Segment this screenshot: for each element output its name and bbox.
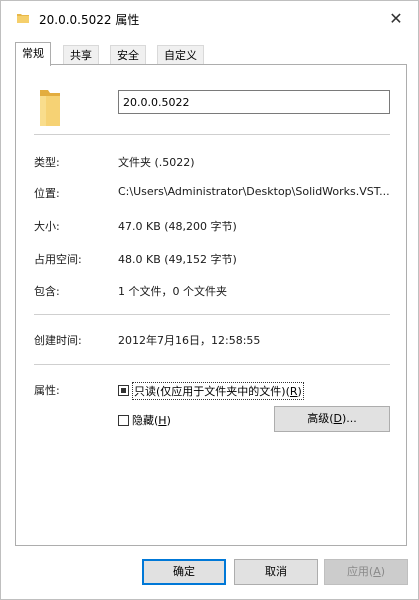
location-value: C:\Users\Administrator\Desktop\SolidWork… [118, 185, 390, 198]
advanced-accesskey: D [333, 412, 342, 425]
tab-security[interactable]: 安全 [110, 45, 146, 64]
type-label: 类型: [34, 156, 60, 169]
hidden-accesskey: H [158, 414, 167, 427]
title-bar[interactable]: 20.0.0.5022 属性 ✕ [1, 1, 418, 35]
name-field[interactable] [118, 90, 390, 114]
apply-button[interactable]: 应用(A) [324, 559, 408, 585]
hidden-end: ) [166, 414, 171, 427]
advanced-end: )... [342, 412, 357, 425]
size-on-disk-label: 占用空间: [34, 253, 82, 266]
general-panel: 类型: 文件夹 (.5022) 位置: C:\Users\Administrat… [15, 64, 407, 546]
size-label: 大小: [34, 220, 60, 233]
tab-customize[interactable]: 自定义 [157, 45, 204, 64]
readonly-checkbox-label[interactable]: 只读(仅应用于文件夹中的文件)(R) [132, 382, 304, 400]
folder-icon [40, 90, 60, 126]
ok-button[interactable]: 确定 [142, 559, 226, 585]
readonly-checkbox[interactable] [118, 385, 129, 396]
properties-window: 20.0.0.5022 属性 ✕ 常规 共享 安全 自定义 类型: 文件夹 (.… [0, 0, 419, 600]
readonly-end: ) [297, 385, 302, 398]
location-label: 位置: [34, 187, 60, 200]
advanced-text: 高级( [307, 412, 334, 425]
apply-end: ) [380, 565, 386, 578]
attributes-label: 属性: [34, 384, 60, 397]
separator [34, 314, 390, 315]
separator [34, 364, 390, 365]
contains-value: 1 个文件，0 个文件夹 [118, 285, 227, 298]
tab-general[interactable]: 常规 [15, 42, 51, 66]
tab-sharing[interactable]: 共享 [63, 45, 99, 64]
folder-icon [17, 14, 29, 23]
apply-text: 应用( [346, 565, 374, 578]
tab-strip: 常规 共享 安全 自定义 [15, 42, 407, 66]
created-value: 2012年7月16日，12:58:55 [118, 334, 261, 347]
hidden-text: 隐藏( [132, 414, 159, 427]
readonly-text: 只读(仅应用于文件夹中的文件)( [134, 385, 290, 398]
size-value: 47.0 KB (48,200 字节) [118, 220, 237, 233]
created-label: 创建时间: [34, 334, 82, 347]
readonly-accesskey: R [289, 385, 298, 398]
hidden-checkbox-label[interactable]: 隐藏(H) [132, 412, 171, 428]
advanced-button[interactable]: 高级(D)... [274, 406, 390, 432]
close-button[interactable]: ✕ [374, 1, 418, 35]
size-on-disk-value: 48.0 KB (49,152 字节) [118, 253, 237, 266]
cancel-button[interactable]: 取消 [234, 559, 318, 585]
window-title: 20.0.0.5022 属性 [39, 13, 140, 27]
contains-label: 包含: [34, 285, 60, 298]
hidden-checkbox[interactable] [118, 415, 129, 426]
separator [34, 134, 390, 135]
type-value: 文件夹 (.5022) [118, 156, 195, 169]
apply-accesskey: A [373, 565, 381, 578]
